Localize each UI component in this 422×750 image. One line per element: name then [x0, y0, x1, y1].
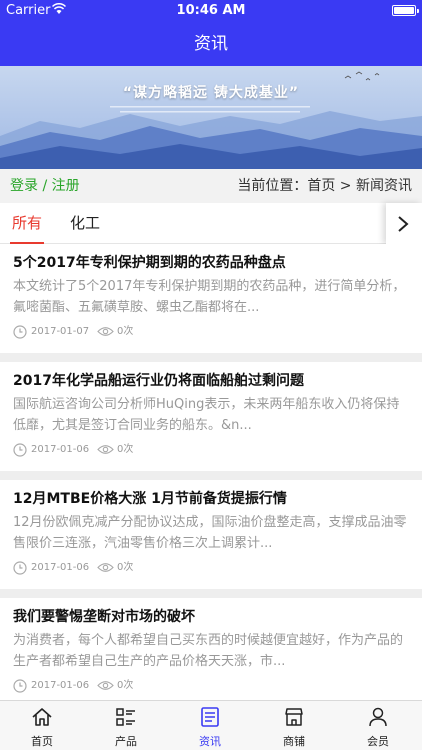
list-item[interactable]: 5个2017年专利保护期到期的农药品种盘点 本文统计了5个2017年专利保护期到…	[0, 244, 422, 362]
status-bar: Carrier 10:46 AM	[0, 0, 422, 22]
category-tabs: 所有 化工	[0, 203, 422, 244]
banner-fine-print	[110, 106, 310, 113]
tabbar-home-label: 首页	[31, 735, 53, 748]
tabbar-products-label: 产品	[115, 735, 137, 748]
tabbar-home[interactable]: 首页	[0, 701, 84, 750]
user-icon	[369, 707, 387, 727]
article-summary: 为消费者，每个人都希望自己买东西的时候越便宜越好，作为产品的生产者都希望自己生产…	[13, 633, 404, 669]
banner-image[interactable]: “谋方略韬远 铸大成基业”	[0, 66, 422, 169]
article-views: 0次	[117, 562, 134, 573]
tabs-scroll-right-button[interactable]	[386, 203, 422, 244]
article-title[interactable]: 5个2017年专利保护期到期的农药品种盘点	[13, 252, 414, 272]
list-item[interactable]: 2017年化学品船运行业仍将面临船舶过剩问题 国际航运咨询公司分析师HuQing…	[0, 362, 422, 480]
article-views: 0次	[117, 326, 134, 337]
tabbar-news[interactable]: 资讯	[168, 701, 252, 750]
chevron-right-icon	[398, 216, 409, 232]
tab-all[interactable]: 所有	[9, 203, 45, 244]
auth-separator: /	[38, 178, 52, 194]
list-icon	[116, 708, 135, 726]
eye-icon	[97, 681, 114, 690]
shop-icon	[285, 708, 303, 726]
article-title[interactable]: 我们要警惕垄断对市场的破坏	[13, 606, 414, 626]
article-summary: 12月份欧佩克减产分配协议达成，国际油价盘整走高，支撑成品油零售限价三连涨，汽油…	[13, 515, 407, 551]
tabbar-member-label: 会员	[367, 735, 389, 748]
bottom-tab-bar: 首页 产品 资讯 商铺 会员	[0, 700, 422, 750]
article-date: 2017-01-06	[31, 680, 90, 691]
clock: 10:46 AM	[176, 3, 246, 18]
list-item[interactable]: 12月MTBE价格大涨 1月节前备货提振行情 12月份欧佩克减产分配协议达成，国…	[0, 480, 422, 598]
login-link[interactable]: 登录	[10, 178, 38, 194]
banner-slogan: “谋方略韬远 铸大成基业”	[122, 85, 300, 101]
tabbar-shop[interactable]: 商铺	[252, 701, 336, 750]
article-summary: 本文统计了5个2017年专利保护期到期的农药品种，进行简单分析，氟嘧菌酯、五氟磺…	[13, 279, 406, 315]
article-title[interactable]: 2017年化学品船运行业仍将面临船舶过剩问题	[13, 370, 414, 390]
register-link[interactable]: 注册	[52, 178, 80, 194]
list-item[interactable]: 我们要警惕垄断对市场的破坏 为消费者，每个人都希望自己买东西的时候越便宜越好，作…	[0, 598, 422, 700]
breadcrumb-bar: 登录 / 注册 当前位置：首页 > 新闻资讯	[0, 169, 422, 203]
tab-chemical[interactable]: 化工	[70, 203, 100, 244]
clock-icon	[13, 679, 27, 693]
article-title[interactable]: 12月MTBE价格大涨 1月节前备货提振行情	[13, 488, 414, 508]
page-title: 资讯	[194, 34, 228, 54]
article-date: 2017-01-07	[31, 326, 90, 337]
breadcrumb[interactable]: 当前位置：首页 > 新闻资讯	[237, 169, 412, 203]
battery-icon	[392, 5, 419, 16]
news-icon	[201, 707, 219, 727]
tabbar-products[interactable]: 产品	[84, 701, 168, 750]
clock-icon	[13, 561, 27, 575]
article-date: 2017-01-06	[31, 444, 90, 455]
clock-icon	[13, 325, 27, 339]
eye-icon	[97, 445, 114, 454]
tabbar-shop-label: 商铺	[283, 735, 305, 748]
tabbar-news-label: 资讯	[199, 735, 221, 748]
eye-icon	[97, 563, 114, 572]
article-list: 5个2017年专利保护期到期的农药品种盘点 本文统计了5个2017年专利保护期到…	[0, 244, 422, 700]
home-icon	[32, 708, 52, 726]
article-views: 0次	[117, 680, 134, 691]
nav-bar: 资讯	[0, 22, 422, 66]
article-views: 0次	[117, 444, 134, 455]
article-summary: 国际航运咨询公司分析师HuQing表示，未来两年船东收入仍将保持低靡，尤其是签订…	[13, 397, 400, 433]
tabbar-member[interactable]: 会员	[336, 701, 420, 750]
eye-icon	[97, 327, 114, 336]
article-date: 2017-01-06	[31, 562, 90, 573]
auth-links: 登录 / 注册	[10, 169, 80, 203]
clock-icon	[13, 443, 27, 457]
